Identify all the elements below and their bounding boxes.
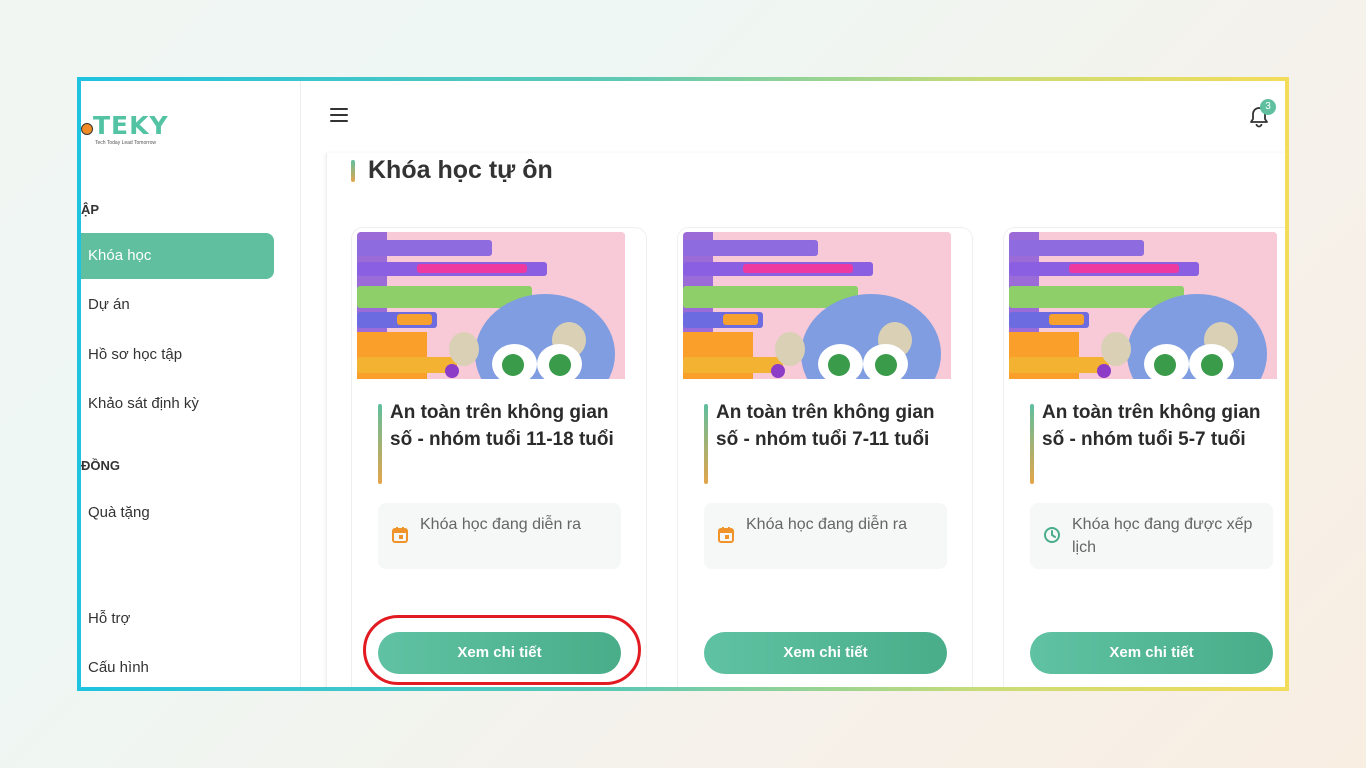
sidebar-item-label: Hỗ trợ bbox=[88, 610, 131, 627]
sidebar-item-learning-profile[interactable]: Hồ sơ học tập bbox=[81, 332, 274, 378]
notification-badge: 3 bbox=[1260, 99, 1276, 115]
card-title-accent bbox=[1030, 404, 1034, 484]
status-text: Khóa học đang diễn ra bbox=[746, 516, 908, 533]
card-title-accent bbox=[378, 404, 382, 484]
course-card[interactable]: An toàn trên không gian số - nhóm tuổi 1… bbox=[351, 227, 647, 687]
sidebar-item-label: Khóa học bbox=[88, 247, 152, 264]
logo-text: TEKY bbox=[93, 111, 169, 140]
sidebar: TEKY Tech Today Lead Tomorrow ẬP Khóa họ… bbox=[81, 81, 301, 687]
calendar-icon bbox=[717, 526, 735, 544]
course-title[interactable]: An toàn trên không gian số - nhóm tuổi 1… bbox=[390, 400, 622, 453]
title-accent-bar bbox=[351, 160, 355, 182]
page-title: Khóa học tự ôn bbox=[368, 156, 553, 184]
section-label-community: ĐỒNG bbox=[81, 458, 120, 473]
view-details-button[interactable]: Xem chi tiết bbox=[704, 632, 947, 674]
sidebar-item-label: Dự án bbox=[88, 296, 130, 313]
status-text: Khóa học đang được xếp lịch bbox=[1072, 516, 1253, 556]
sidebar-item-support[interactable]: Hỗ trợ bbox=[81, 596, 274, 642]
app-screen: TEKY Tech Today Lead Tomorrow ẬP Khóa họ… bbox=[81, 81, 1285, 687]
calendar-icon bbox=[391, 526, 409, 544]
card-title-accent bbox=[704, 404, 708, 484]
course-thumbnail bbox=[1009, 232, 1277, 379]
course-status: Khóa học đang diễn ra bbox=[378, 503, 621, 569]
status-text: Khóa học đang diễn ra bbox=[420, 516, 582, 533]
sidebar-item-gifts[interactable]: Quà tặng bbox=[81, 490, 274, 536]
course-status: Khóa học đang được xếp lịch bbox=[1030, 503, 1273, 569]
sidebar-item-projects[interactable]: Dự án bbox=[81, 282, 274, 328]
clock-icon bbox=[1043, 526, 1061, 544]
screenshot-frame: TEKY Tech Today Lead Tomorrow ẬP Khóa họ… bbox=[77, 77, 1289, 691]
sidebar-item-label: Quà tặng bbox=[88, 504, 150, 521]
course-card[interactable]: An toàn trên không gian số - nhóm tuổi 5… bbox=[1003, 227, 1285, 687]
sidebar-item-settings[interactable]: Cấu hình bbox=[81, 645, 274, 687]
hamburger-icon[interactable] bbox=[330, 108, 348, 122]
logo-tagline: Tech Today Lead Tomorrow bbox=[95, 140, 156, 146]
logo-bird-icon bbox=[81, 123, 93, 135]
course-thumbnail bbox=[357, 232, 625, 379]
course-title[interactable]: An toàn trên không gian số - nhóm tuổi 7… bbox=[716, 400, 948, 453]
course-card[interactable]: An toàn trên không gian số - nhóm tuổi 7… bbox=[677, 227, 973, 687]
sidebar-item-label: Khảo sát định kỳ bbox=[88, 395, 199, 412]
sidebar-item-periodic-survey[interactable]: Khảo sát định kỳ bbox=[81, 381, 274, 427]
section-label-learning: ẬP bbox=[81, 202, 100, 217]
course-title[interactable]: An toàn trên không gian số - nhóm tuổi 5… bbox=[1042, 400, 1274, 453]
sidebar-item-label: Hồ sơ học tập bbox=[88, 346, 183, 363]
view-details-button[interactable]: Xem chi tiết bbox=[1030, 632, 1273, 674]
course-status: Khóa học đang diễn ra bbox=[704, 503, 947, 569]
sidebar-item-courses[interactable]: Khóa học bbox=[81, 233, 274, 279]
sidebar-item-label: Cấu hình bbox=[88, 659, 149, 676]
view-details-button[interactable]: Xem chi tiết bbox=[378, 632, 621, 674]
teky-logo[interactable]: TEKY Tech Today Lead Tomorrow bbox=[81, 111, 181, 151]
course-thumbnail bbox=[683, 232, 951, 379]
